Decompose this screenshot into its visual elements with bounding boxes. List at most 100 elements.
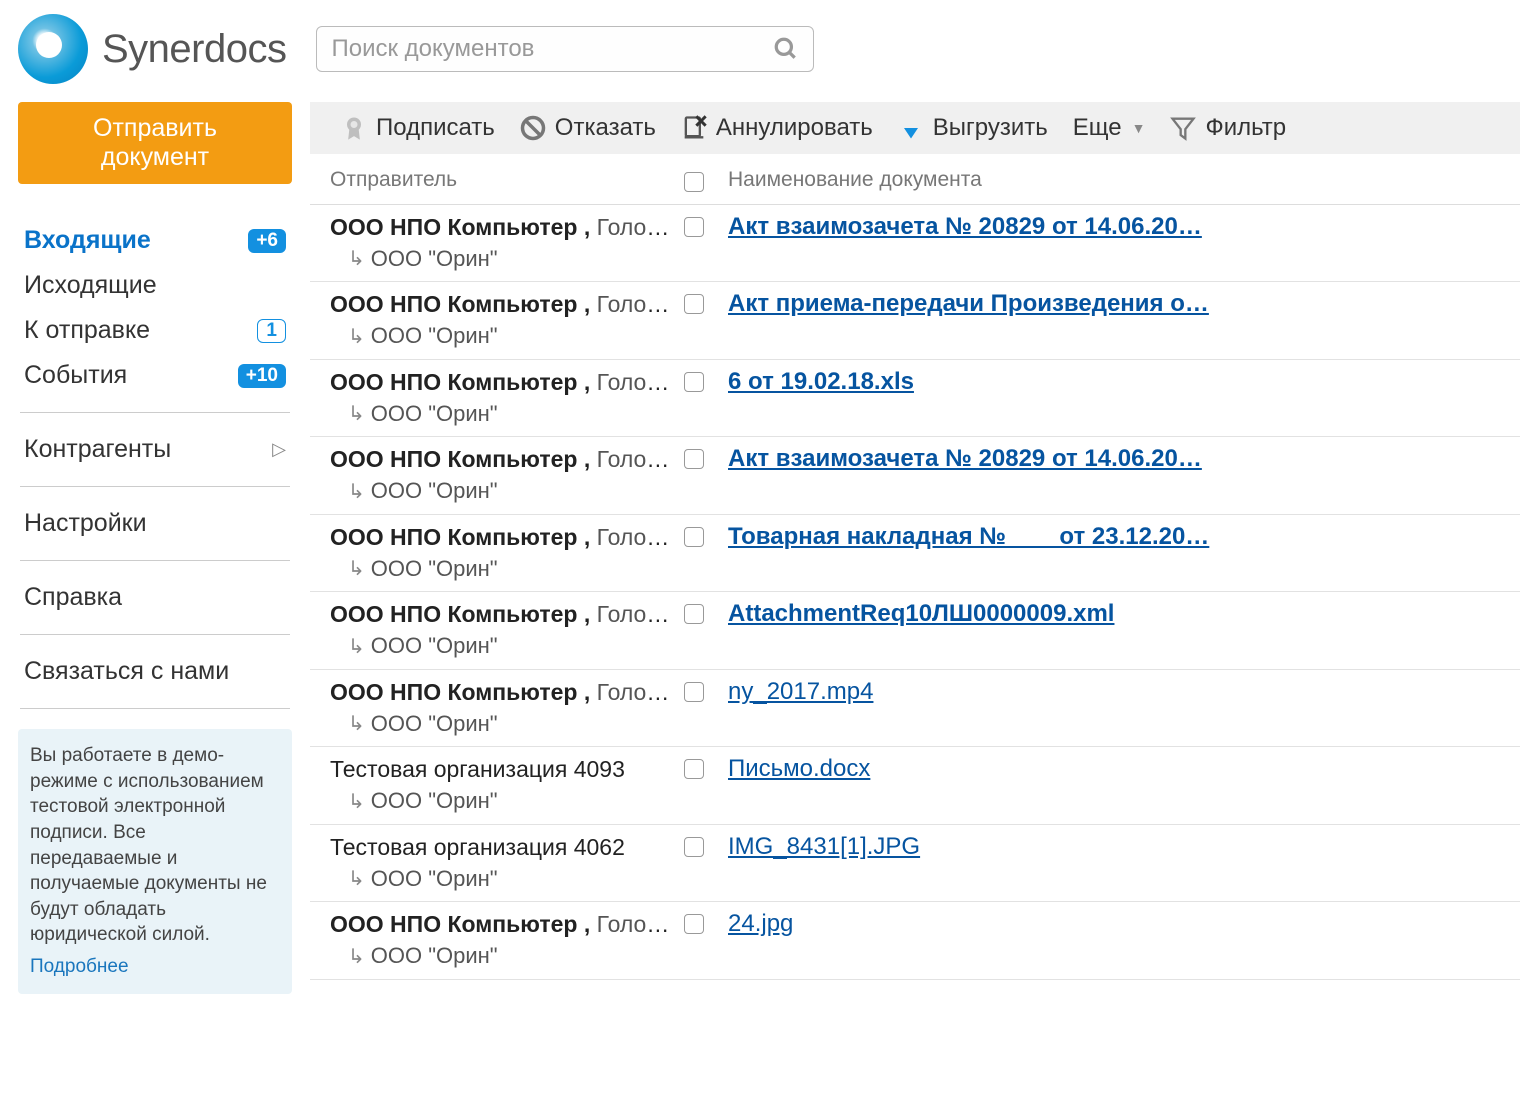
sender-cell: Тестовая организация 4093↳ООО "Орин"	[322, 755, 674, 815]
nav-drafts[interactable]: К отправке 1	[18, 308, 292, 353]
download-label: Выгрузить	[933, 114, 1048, 142]
document-link[interactable]: 6 от 19.02.18.xls	[728, 368, 1500, 396]
annul-label: Аннулировать	[716, 114, 873, 142]
row-checkbox[interactable]	[684, 449, 704, 469]
arrow-icon: ↳	[348, 246, 365, 272]
table-row[interactable]: ООО НПО Компьютер , Голов…↳ООО "Орин" Акт…	[310, 205, 1520, 282]
table-row[interactable]: ООО НПО Компьютер , Голов…↳ООО "Орин" Акт…	[310, 437, 1520, 514]
logo-icon	[18, 14, 88, 84]
chevron-right-icon: ▷	[272, 439, 286, 460]
inbox-badge: +6	[248, 229, 286, 253]
table-row[interactable]: ООО НПО Компьютер , Голов…↳ООО "Орин" Att…	[310, 592, 1520, 669]
table-row[interactable]: ООО НПО Компьютер , Голов…↳ООО "Орин"Тов…	[310, 515, 1520, 592]
table-row[interactable]: Тестовая организация 4062↳ООО "Орин" IMG_…	[310, 825, 1520, 902]
sender-cell: ООО НПО Компьютер , Голов…↳ООО "Орин"	[322, 445, 674, 505]
nav-events[interactable]: События +10	[18, 353, 292, 398]
row-checkbox[interactable]	[684, 294, 704, 314]
row-checkbox[interactable]	[684, 527, 704, 547]
nav-divider	[20, 486, 290, 487]
row-checkbox[interactable]	[684, 837, 704, 857]
brand-name: Synerdocs	[102, 27, 286, 72]
col-doc-header[interactable]: Наименование документа	[714, 168, 1500, 192]
table-row[interactable]: ООО НПО Компьютер , Головн…↳ООО "Орин" ny…	[310, 670, 1520, 747]
nav-settings[interactable]: Настройки	[18, 501, 292, 546]
filter-icon	[1169, 114, 1197, 142]
more-dropdown[interactable]: Еще ▼	[1072, 114, 1146, 142]
filter-button[interactable]: Фильтр	[1169, 114, 1286, 142]
table-header: Отправитель Наименование документа	[310, 154, 1520, 205]
demo-notice: Вы работаете в демо-режиме с использован…	[18, 729, 292, 994]
select-all-checkbox[interactable]	[674, 168, 714, 192]
drafts-badge: 1	[257, 319, 286, 343]
row-checkbox[interactable]	[684, 759, 704, 779]
nav-contragents[interactable]: Контрагенты ▷	[18, 427, 292, 472]
nav-contragents-label: Контрагенты	[24, 435, 171, 464]
demo-more-link[interactable]: Подробнее	[30, 954, 129, 980]
sender-sub: ↳ООО "Орин"	[330, 555, 674, 584]
row-checkbox[interactable]	[684, 217, 704, 237]
arrow-icon: ↳	[348, 944, 365, 970]
document-link[interactable]: Письмо.docx	[728, 755, 1500, 783]
document-link[interactable]: IMG_8431[1].JPG	[728, 833, 1500, 861]
document-link[interactable]: ny_2017.mp4	[728, 678, 1500, 706]
arrow-icon: ↳	[348, 711, 365, 737]
sender-sub: ↳ООО "Орин"	[330, 245, 674, 274]
sender-sub: ↳ООО "Орин"	[330, 787, 674, 816]
document-link[interactable]: 24.jpg	[728, 910, 1500, 938]
row-checkbox[interactable]	[684, 604, 704, 624]
sender-sub: ↳ООО "Орин"	[330, 942, 674, 971]
download-button[interactable]: Выгрузить	[897, 114, 1048, 142]
sender-sub: ↳ООО "Орин"	[330, 865, 674, 894]
sender-cell: ООО НПО Компьютер , Голов…↳ООО "Орин"	[322, 600, 674, 660]
arrow-icon: ↳	[348, 634, 365, 660]
nav-divider	[20, 708, 290, 709]
logo[interactable]: Synerdocs	[18, 14, 286, 84]
document-link[interactable]: AttachmentReq10ЛШ0000009.xml	[728, 600, 1500, 628]
search-input[interactable]	[331, 35, 773, 63]
sender-cell: ООО НПО Компьютер , Головн…↳ООО "Орин"	[322, 678, 674, 738]
table-row[interactable]: Тестовая организация 4093↳ООО "Орин" Пись…	[310, 747, 1520, 824]
nav-events-label: События	[24, 361, 127, 390]
document-link[interactable]: Товарная накладная № ___ от 23.12.20…	[728, 523, 1500, 551]
nav-help[interactable]: Справка	[18, 575, 292, 620]
nav-divider	[20, 634, 290, 635]
toolbar: Подписать Отказать Аннулировать Выгрузит…	[310, 102, 1520, 154]
nav-inbox-label: Входящие	[24, 226, 151, 255]
nav-divider	[20, 412, 290, 413]
ribbon-icon	[340, 114, 368, 142]
prohibit-icon	[519, 114, 547, 142]
arrow-icon: ↳	[348, 401, 365, 427]
demo-text: Вы работаете в демо-режиме с использован…	[30, 745, 267, 945]
document-link[interactable]: Акт приема-передачи Произведения о…	[728, 290, 1500, 318]
document-link[interactable]: Акт взаимозачета № 20829 от 14.06.20…	[728, 445, 1500, 473]
nav-help-label: Справка	[24, 583, 122, 612]
nav-outbox[interactable]: Исходящие	[18, 263, 292, 308]
search-icon[interactable]	[773, 36, 799, 62]
more-label: Еще	[1073, 114, 1122, 142]
sender-cell: ООО НПО Компьютер , Голов…↳ООО "Орин"	[322, 290, 674, 350]
row-checkbox[interactable]	[684, 682, 704, 702]
document-link[interactable]: Акт взаимозачета № 20829 от 14.06.20…	[728, 213, 1500, 241]
sender-sub: ↳ООО "Орин"	[330, 400, 674, 429]
nav-contact[interactable]: Связаться с нами	[18, 649, 292, 694]
reject-button[interactable]: Отказать	[519, 114, 656, 142]
annul-button[interactable]: Аннулировать	[680, 114, 873, 142]
nav-inbox[interactable]: Входящие +6	[18, 218, 292, 263]
annul-icon	[680, 114, 708, 142]
send-document-button[interactable]: Отправить документ	[18, 102, 292, 184]
nav-contact-label: Связаться с нами	[24, 657, 229, 686]
row-checkbox[interactable]	[684, 372, 704, 392]
table-row[interactable]: ООО НПО Компьютер , Голов…↳ООО "Орин"6 о…	[310, 360, 1520, 437]
arrow-icon: ↳	[348, 324, 365, 350]
table-row[interactable]: ООО НПО Компьютер , Голов…↳ООО "Орин" Акт…	[310, 282, 1520, 359]
table-row[interactable]: ООО НПО Компьютер , Головн…↳ООО "Орин"24…	[310, 902, 1520, 979]
col-sender-header[interactable]: Отправитель	[322, 168, 674, 192]
nav-settings-label: Настройки	[24, 509, 147, 538]
sign-label: Подписать	[376, 114, 495, 142]
row-checkbox[interactable]	[684, 914, 704, 934]
sender-cell: ООО НПО Компьютер , Голов…↳ООО "Орин"	[322, 213, 674, 273]
filter-label: Фильтр	[1205, 114, 1286, 142]
sign-button[interactable]: Подписать	[340, 114, 495, 142]
search-box[interactable]	[316, 26, 814, 72]
sender-cell: Тестовая организация 4062↳ООО "Орин"	[322, 833, 674, 893]
